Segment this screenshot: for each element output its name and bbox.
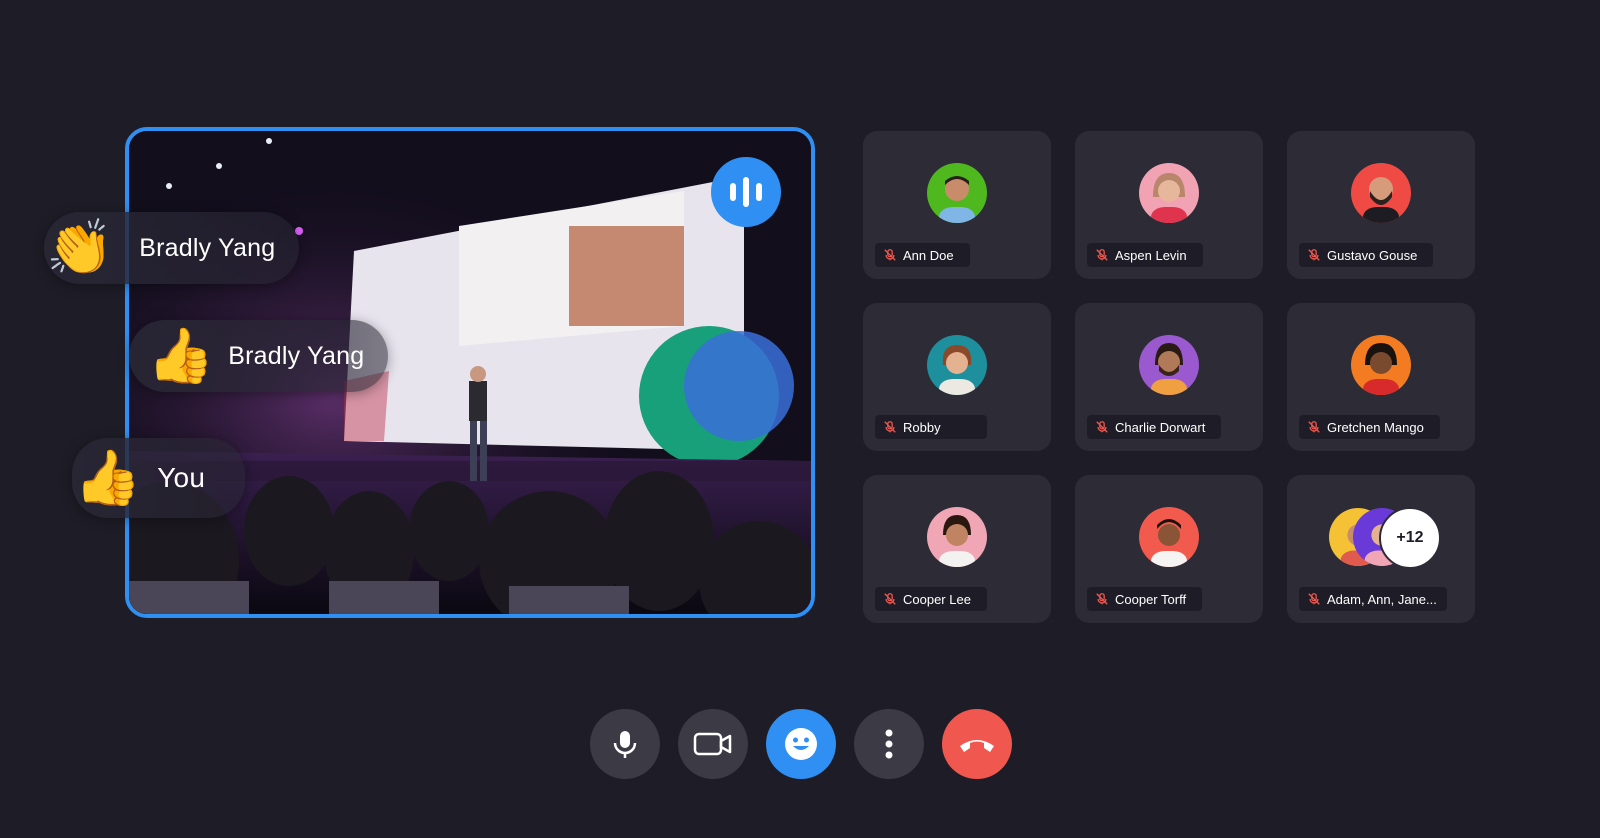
avatar — [1351, 335, 1411, 395]
participant-tile[interactable]: Aspen Levin — [1075, 131, 1263, 279]
participant-name: Gustavo Gouse — [1327, 247, 1418, 263]
participant-name: Adam, Ann, Jane... — [1327, 591, 1437, 607]
participant-name-tag: Gustavo Gouse — [1299, 243, 1434, 267]
participant-name-tag: Gretchen Mango — [1299, 415, 1440, 439]
avatar — [1139, 163, 1199, 223]
mic-muted-icon — [884, 249, 896, 261]
participant-tile[interactable]: Gretchen Mango — [1287, 303, 1475, 451]
thumbs-up-icon: 👍 — [147, 326, 215, 386]
participant-name-tag: Adam, Ann, Jane... — [1299, 587, 1447, 611]
participant-tile[interactable]: Charlie Dorwart — [1075, 303, 1263, 451]
reaction-clap: 👏 Bradly Yang — [44, 212, 300, 284]
participant-name: Robby — [903, 419, 941, 435]
active-speaker-indicator — [711, 157, 781, 227]
participant-name: Aspen Levin — [1115, 247, 1187, 263]
participant-name-tag: Charlie Dorwart — [1087, 415, 1222, 439]
reaction-you: 👍 You — [72, 438, 246, 518]
mic-muted-icon — [1096, 421, 1108, 433]
avatar — [927, 507, 987, 567]
more-participants-count: +12 — [1379, 507, 1441, 569]
avatar — [1139, 335, 1199, 395]
participant-tile[interactable]: Cooper Lee — [863, 475, 1051, 623]
avatar — [1351, 163, 1411, 223]
microphone-icon — [613, 731, 637, 758]
participant-name: Charlie Dorwart — [1115, 419, 1206, 435]
participant-tile[interactable]: Cooper Torff — [1075, 475, 1263, 623]
participant-name: Cooper Lee — [903, 591, 971, 607]
participant-name: Cooper Torff — [1115, 591, 1187, 607]
mic-muted-icon — [1308, 421, 1320, 433]
group-participants-tile[interactable]: +12 Adam, Ann, Jane... — [1287, 475, 1475, 623]
more-options-button[interactable] — [854, 709, 924, 779]
participant-name: Ann Doe — [903, 247, 954, 263]
call-controls — [590, 709, 1012, 779]
microphone-button[interactable] — [590, 709, 660, 779]
mic-muted-icon — [1096, 249, 1108, 261]
participant-name-tag: Aspen Levin — [1087, 243, 1203, 267]
mic-muted-icon — [1308, 249, 1320, 261]
clapping-hands-icon: 👏 — [46, 218, 114, 278]
mic-muted-icon — [884, 421, 896, 433]
reaction-name: Bradly Yang — [139, 233, 276, 262]
more-icon — [885, 729, 893, 759]
participant-tile[interactable]: Robby — [863, 303, 1051, 451]
participant-name-tag: Robby — [875, 415, 987, 439]
camera-button[interactable] — [678, 709, 748, 779]
mic-muted-icon — [1308, 593, 1320, 605]
thumbs-up-icon: 👍 — [74, 448, 142, 508]
reaction-name: You — [157, 462, 206, 493]
mic-muted-icon — [884, 593, 896, 605]
end-call-button[interactable] — [942, 709, 1012, 779]
avatar — [1139, 507, 1199, 567]
avatar — [927, 335, 987, 395]
emoji-icon — [785, 728, 817, 760]
avatar — [927, 163, 987, 223]
emoji-reaction-button[interactable] — [766, 709, 836, 779]
grouped-avatars: +12 — [1329, 507, 1441, 569]
participant-tile[interactable]: Ann Doe — [863, 131, 1051, 279]
mic-muted-icon — [1096, 593, 1108, 605]
reaction-thumbs-up: 👍 Bradly Yang — [129, 320, 389, 392]
camera-icon — [693, 732, 732, 756]
participant-name-tag: Cooper Torff — [1087, 587, 1203, 611]
reaction-name: Bradly Yang — [228, 341, 365, 370]
participant-name-tag: Cooper Lee — [875, 587, 987, 611]
participant-tile[interactable]: Gustavo Gouse — [1287, 131, 1475, 279]
participant-name: Gretchen Mango — [1327, 419, 1424, 435]
participant-name-tag: Ann Doe — [875, 243, 970, 267]
end-call-icon — [960, 740, 994, 752]
